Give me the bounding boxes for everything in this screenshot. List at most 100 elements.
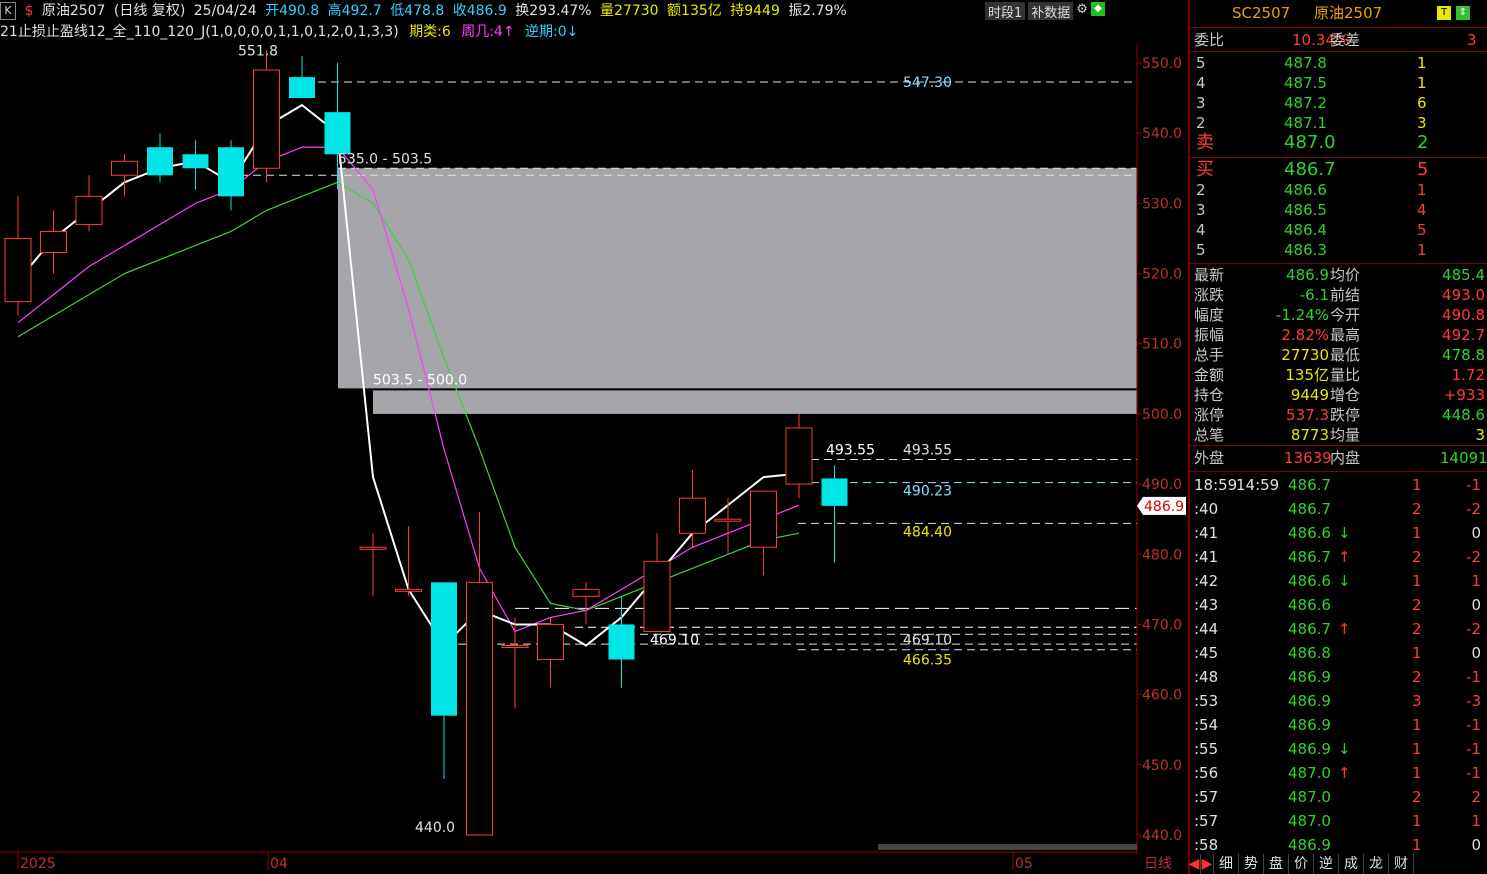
tick-price: 486.9 [1288, 740, 1331, 758]
bid-row: 5 486.3 1 [1192, 240, 1487, 260]
tick-row: :57 487.0 1 1 [1192, 811, 1487, 831]
diamond-icon[interactable]: ◆ [1090, 2, 1105, 16]
bid-row: 4 486.4 5 [1192, 220, 1487, 240]
kline-toggle[interactable]: K [0, 2, 16, 20]
ask-volume: 1 [1417, 54, 1427, 72]
tick-time: :45 [1194, 644, 1219, 662]
bid-level: 2 [1196, 181, 1206, 199]
level-493a-label: 493.55 [826, 443, 875, 459]
bid-level: 3 [1196, 201, 1206, 219]
tick-delta: -1 [1466, 668, 1481, 686]
ask-row: 5 487.8 1 [1192, 53, 1487, 73]
lower-zone-rect [373, 389, 1137, 414]
tick-row: :41 486.7 ↑ 2 -2 [1192, 547, 1487, 567]
tick-delta: -1 [1466, 740, 1481, 758]
bottom-tab[interactable]: 细 [1214, 854, 1239, 874]
bottom-tab[interactable]: 价 [1289, 854, 1314, 874]
tick-time: :57 [1194, 788, 1219, 806]
stat-label: 均价 [1330, 266, 1361, 284]
indicator-param-3: 逆期:0 [525, 24, 567, 40]
tick-delta: -2 [1466, 548, 1481, 566]
inner-value: 14091 [1440, 449, 1487, 467]
lower-zone-label: 503.5 - 500.0 [373, 372, 467, 388]
period-button[interactable]: 时段1 [985, 2, 1026, 21]
candle-body [395, 588, 422, 592]
inner-label: 内盘 [1330, 449, 1361, 467]
tick-volume: 1 [1412, 812, 1422, 830]
high-price-label: 551.8 [238, 44, 278, 59]
down-arrow-icon: ↓ [1338, 524, 1351, 542]
stat-label: 均量 [1330, 426, 1361, 444]
stat-row: 总笔 8773 均量 3 [1192, 425, 1487, 445]
tick-price: 486.7 [1288, 500, 1331, 518]
bottom-tab[interactable]: 势 [1239, 854, 1264, 874]
tick-delta: 1 [1471, 572, 1481, 590]
tick-row: :55 486.9 ↓ 1 -1 [1192, 739, 1487, 759]
tick-time: :42 [1194, 572, 1219, 590]
ask-level: 5 [1196, 54, 1206, 72]
candle-body [501, 645, 529, 649]
tick-row: :58 486.9 1 0 [1192, 835, 1487, 855]
bottom-tab[interactable]: 龙 [1364, 854, 1389, 874]
ask-volume: 2 [1417, 132, 1429, 153]
tick-row: :44 486.7 ↑ 2 -2 [1192, 619, 1487, 639]
bottom-tab[interactable]: 逆 [1314, 854, 1339, 874]
position-value: 持9449 [730, 3, 780, 19]
y-tick-label: 460.0 [1142, 688, 1182, 704]
tick-delta: -2 [1466, 500, 1481, 518]
tick-time: :43 [1194, 596, 1219, 614]
tick-volume: 2 [1412, 548, 1422, 566]
tick-time: :53 [1194, 692, 1219, 710]
level-469a-label: 469.10 [650, 632, 699, 648]
swap-icon[interactable]: ⇕ [1456, 6, 1470, 20]
nav-right-icon[interactable]: ▶ [1201, 854, 1214, 874]
symbol-name: 原油2507 [41, 3, 106, 19]
candle-body [359, 546, 387, 550]
ask-price: 487.8 [1284, 54, 1327, 72]
bottom-tab[interactable]: 盘 [1264, 854, 1289, 874]
stat-label: 涨停 [1194, 406, 1225, 424]
tick-delta: 0 [1471, 524, 1481, 542]
candle-body [572, 588, 600, 597]
ask-row: 卖 487.0 2 [1192, 133, 1487, 153]
tick-price: 486.7 [1288, 548, 1331, 566]
candle-body [679, 497, 706, 534]
stat-label: 总笔 [1194, 426, 1225, 444]
bid-level: 4 [1196, 221, 1206, 239]
tick-delta: 2 [1471, 788, 1481, 806]
stat-value: 1.72 [1451, 366, 1485, 384]
bottom-tab[interactable]: 成 [1339, 854, 1364, 874]
candle-body [608, 624, 635, 660]
supplement-data-button[interactable]: 补数据 [1028, 2, 1074, 21]
kline-chart[interactable]: 550.0 540.0 530.0 520.0 510.0 500.0 490.0 480.0… [0, 44, 1186, 874]
stat-value: 485.4 [1442, 266, 1485, 284]
stat-row: 涨跌 -6.1 前结 493.0 [1192, 285, 1487, 305]
nav-left-icon[interactable]: ◀ [1188, 854, 1201, 874]
bid-price: 486.6 [1284, 181, 1327, 199]
contract-name: 原油2507 [1314, 4, 1383, 22]
stat-value: 490.8 [1442, 306, 1485, 324]
stat-value: 492.7 [1442, 326, 1485, 344]
turnover-value: 换293.47% [515, 3, 592, 19]
down-arrow-icon: ↓ [566, 24, 579, 40]
tick-time: :55 [1194, 740, 1219, 758]
bottom-tab[interactable]: 财 [1389, 854, 1414, 874]
up-arrow-icon: ↑ [1338, 764, 1351, 782]
indicator-param-1: 期类:6 [409, 24, 451, 40]
contract-code: SC2507 [1232, 4, 1291, 22]
candle-body [253, 69, 280, 169]
low-price-label: 440.0 [415, 820, 455, 836]
indicator-name[interactable]: 21止损止盈线12_全_110_120_J(1,0,0,0,0,1,1,0,1,… [0, 24, 399, 40]
tick-row: :40 486.7 2 -2 [1192, 499, 1487, 519]
flag-icon[interactable]: T [1437, 6, 1451, 20]
tick-row: :48 486.9 2 -1 [1192, 667, 1487, 687]
y-tick-label: 530.0 [1142, 196, 1182, 212]
stat-label: 涨跌 [1194, 286, 1225, 304]
tick-volume: 1 [1412, 836, 1422, 854]
tick-price: 486.9 [1288, 668, 1331, 686]
stat-label: 最新 [1194, 266, 1225, 284]
tick-time: :40 [1194, 500, 1219, 518]
stat-value: 27730 [1281, 346, 1329, 364]
settings-icon[interactable]: ⚙ [1076, 2, 1088, 20]
bid-volume: 1 [1417, 181, 1427, 199]
